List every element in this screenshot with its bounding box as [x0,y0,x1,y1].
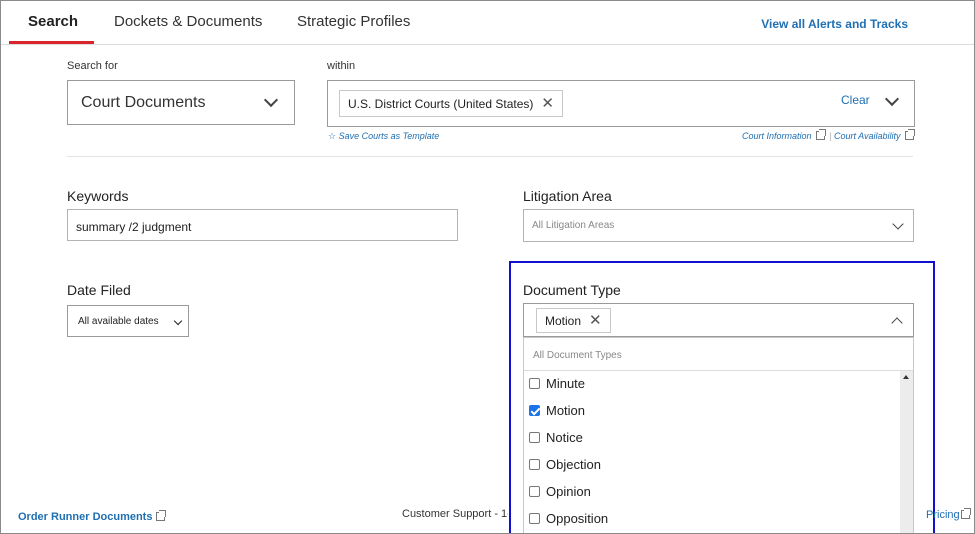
court-information-link[interactable]: Court Information [742,129,826,141]
active-tab-indicator [9,41,94,44]
tab-strategic-profiles[interactable]: Strategic Profiles [297,13,410,30]
date-filed-value: All available dates [78,316,159,327]
app-frame: Search Dockets & Documents Strategic Pro… [0,0,975,534]
save-courts-template-link[interactable]: ☆ Save Courts as Template [328,131,439,142]
external-link-icon [960,508,971,519]
link-separator: | [829,131,832,141]
court-chip: U.S. District Courts (United States) ✕ [339,90,563,117]
chevron-down-icon [892,218,904,230]
court-chip-label: U.S. District Courts (United States) [348,96,534,111]
court-availability-link[interactable]: Court Availability [834,129,915,141]
date-filed-label: Date Filed [67,282,131,298]
chevron-down-icon[interactable] [884,91,900,107]
tab-search[interactable]: Search [28,13,78,30]
customer-support-text: Customer Support - 1-88 [402,508,508,520]
top-nav: Search Dockets & Documents Strategic Pro… [1,1,974,45]
section-divider [67,156,913,157]
keywords-label: Keywords [67,188,129,204]
litigation-area-label: Litigation Area [523,188,612,204]
date-filed-select[interactable]: All available dates [67,305,189,337]
keywords-value: summary /2 judgment [76,220,192,234]
search-for-value: Court Documents [81,94,206,111]
order-runner-documents-link[interactable]: Order Runner Documents [18,510,167,523]
highlight-box [509,261,935,533]
search-for-label: Search for [67,60,118,72]
pricing-link[interactable]: Pricing [926,508,971,521]
within-label: within [327,60,356,72]
remove-chip-icon[interactable]: ✕ [541,96,554,111]
external-link-icon [156,510,167,521]
within-courts-field[interactable]: U.S. District Courts (United States) ✕ C… [327,80,915,127]
external-link-icon [815,129,826,140]
litigation-area-placeholder: All Litigation Areas [532,220,615,231]
caret-down-icon [173,316,183,326]
tab-dockets-documents[interactable]: Dockets & Documents [114,13,262,30]
litigation-area-select[interactable]: All Litigation Areas [523,209,914,242]
search-for-select[interactable]: Court Documents [67,80,295,125]
keywords-input[interactable]: summary /2 judgment [67,209,458,241]
star-icon: ☆ [328,131,337,141]
external-link-icon [904,129,915,140]
clear-courts-link[interactable]: Clear [841,93,870,107]
chevron-down-icon [263,92,279,108]
view-alerts-link[interactable]: View all Alerts and Tracks [761,17,908,31]
